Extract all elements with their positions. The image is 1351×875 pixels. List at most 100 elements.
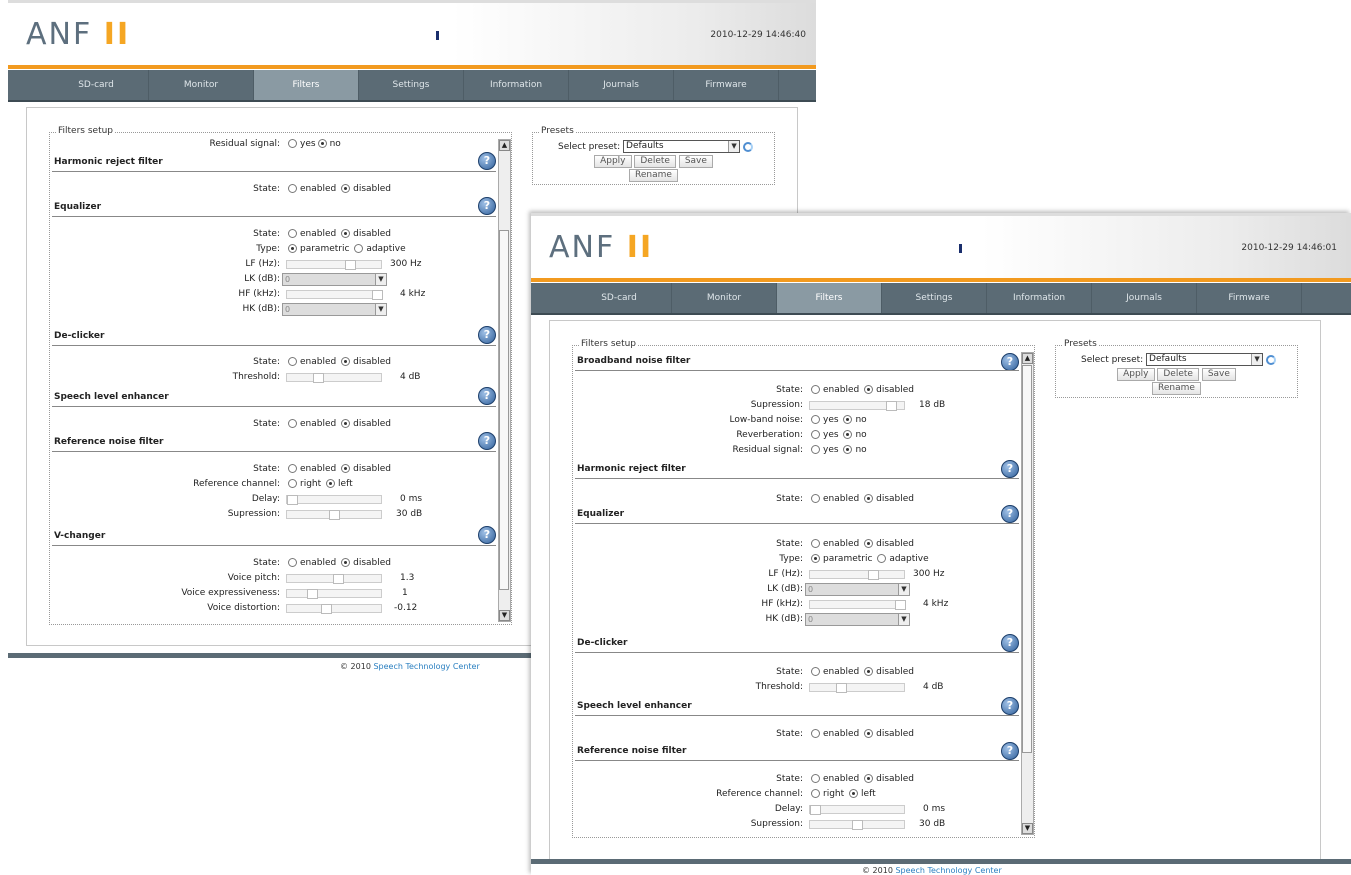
adaptive-radio[interactable]: [877, 554, 887, 563]
scroll-up-icon[interactable]: ▲: [499, 140, 510, 151]
lf-slider[interactable]: [809, 570, 905, 580]
slider-thumb[interactable]: [836, 683, 847, 693]
enabled-radio[interactable]: [811, 494, 820, 503]
threshold-slider[interactable]: [286, 373, 382, 383]
help-icon[interactable]: ?: [478, 526, 496, 544]
apply-button[interactable]: Apply: [594, 155, 632, 168]
scroll-thumb[interactable]: [1022, 365, 1032, 753]
tab-filters[interactable]: Filters: [777, 283, 882, 313]
tab-filters[interactable]: Filters: [254, 70, 359, 100]
enabled-radio[interactable]: [288, 464, 297, 473]
ref-supression-slider[interactable]: [286, 510, 382, 520]
slider-thumb[interactable]: [307, 589, 318, 599]
company-link[interactable]: Speech Technology Center: [895, 866, 1001, 875]
refresh-icon[interactable]: [743, 141, 754, 152]
tab-information[interactable]: Information: [987, 283, 1092, 313]
enabled-radio[interactable]: [288, 558, 297, 567]
enabled-radio[interactable]: [288, 184, 297, 193]
company-link[interactable]: Speech Technology Center: [373, 662, 479, 671]
tab-sd-card[interactable]: SD-card: [567, 283, 672, 313]
enabled-radio[interactable]: [811, 729, 820, 738]
help-icon[interactable]: ?: [1001, 634, 1019, 652]
disabled-radio[interactable]: [341, 229, 351, 238]
enabled-radio[interactable]: [811, 539, 820, 548]
scroll-down-icon[interactable]: ▼: [499, 610, 510, 621]
parametric-radio[interactable]: [811, 554, 820, 563]
disabled-radio[interactable]: [341, 184, 351, 193]
tab-journals[interactable]: Journals: [569, 70, 674, 100]
adaptive-radio[interactable]: [354, 244, 364, 253]
help-icon[interactable]: ?: [1001, 697, 1019, 715]
distortion-slider[interactable]: [286, 604, 382, 614]
hf-slider[interactable]: [286, 290, 383, 300]
help-icon[interactable]: ?: [478, 326, 496, 344]
left-radio[interactable]: [849, 789, 859, 798]
scroll-down-icon[interactable]: ▼: [1022, 823, 1033, 834]
slider-thumb[interactable]: [810, 805, 821, 815]
tab-journals[interactable]: Journals: [1092, 283, 1197, 313]
delete-button[interactable]: Delete: [1157, 368, 1199, 381]
tab-settings[interactable]: Settings: [882, 283, 987, 313]
no-radio[interactable]: [843, 430, 853, 439]
express-slider[interactable]: [286, 589, 382, 599]
residual-yes-radio[interactable]: [288, 139, 297, 148]
disabled-radio[interactable]: [341, 419, 351, 428]
enabled-radio[interactable]: [288, 229, 297, 238]
help-icon[interactable]: ?: [1001, 505, 1019, 523]
disabled-radio[interactable]: [864, 494, 874, 503]
disabled-radio[interactable]: [341, 464, 351, 473]
yes-radio[interactable]: [811, 430, 820, 439]
yes-radio[interactable]: [811, 445, 820, 454]
disabled-radio[interactable]: [864, 774, 874, 783]
slider-thumb[interactable]: [886, 401, 897, 411]
lk-select[interactable]: 0 ▼: [282, 273, 387, 286]
enabled-radio[interactable]: [811, 385, 820, 394]
slider-thumb[interactable]: [333, 574, 344, 584]
lk-select[interactable]: 0 ▼: [805, 583, 910, 596]
apply-button[interactable]: Apply: [1117, 368, 1155, 381]
rename-button[interactable]: Rename: [629, 169, 678, 182]
enabled-radio[interactable]: [811, 774, 820, 783]
slider-thumb[interactable]: [345, 260, 356, 270]
disabled-radio[interactable]: [341, 558, 351, 567]
pitch-slider[interactable]: [286, 574, 382, 584]
no-radio[interactable]: [843, 445, 853, 454]
hk-select[interactable]: 0 ▼: [805, 613, 910, 626]
no-radio[interactable]: [843, 415, 853, 424]
slider-thumb[interactable]: [868, 570, 879, 580]
parametric-radio[interactable]: [288, 244, 297, 253]
scroll-thumb[interactable]: [499, 230, 509, 590]
help-icon[interactable]: ?: [1001, 742, 1019, 760]
help-icon[interactable]: ?: [1001, 353, 1019, 371]
tab-firmware[interactable]: Firmware: [1197, 283, 1302, 313]
disabled-radio[interactable]: [341, 357, 351, 366]
slider-thumb[interactable]: [321, 604, 332, 614]
slider-thumb[interactable]: [329, 510, 340, 520]
hf-slider[interactable]: [809, 600, 906, 610]
scrollbar[interactable]: ▲ ▼: [498, 139, 511, 622]
right-radio[interactable]: [288, 479, 297, 488]
left-radio[interactable]: [326, 479, 336, 488]
delay-slider[interactable]: [286, 495, 382, 505]
help-icon[interactable]: ?: [478, 197, 496, 215]
refresh-icon[interactable]: [1266, 354, 1277, 365]
enabled-radio[interactable]: [288, 357, 297, 366]
tab-information[interactable]: Information: [464, 70, 569, 100]
preset-select[interactable]: Defaults ▼: [623, 140, 741, 153]
ref-supression-slider[interactable]: [809, 820, 905, 830]
enabled-radio[interactable]: [811, 667, 820, 676]
slider-thumb[interactable]: [313, 373, 324, 383]
disabled-radio[interactable]: [864, 385, 874, 394]
help-icon[interactable]: ?: [1001, 460, 1019, 478]
tab-monitor[interactable]: Monitor: [672, 283, 777, 313]
rename-button[interactable]: Rename: [1152, 382, 1201, 395]
slider-thumb[interactable]: [895, 600, 906, 610]
right-radio[interactable]: [811, 789, 820, 798]
help-icon[interactable]: ?: [478, 432, 496, 450]
hk-select[interactable]: 0 ▼: [282, 303, 387, 316]
save-button[interactable]: Save: [1201, 368, 1236, 381]
preset-select[interactable]: Defaults ▼: [1146, 353, 1264, 366]
disabled-radio[interactable]: [864, 729, 874, 738]
delay-slider[interactable]: [809, 805, 905, 815]
tab-firmware[interactable]: Firmware: [674, 70, 779, 100]
